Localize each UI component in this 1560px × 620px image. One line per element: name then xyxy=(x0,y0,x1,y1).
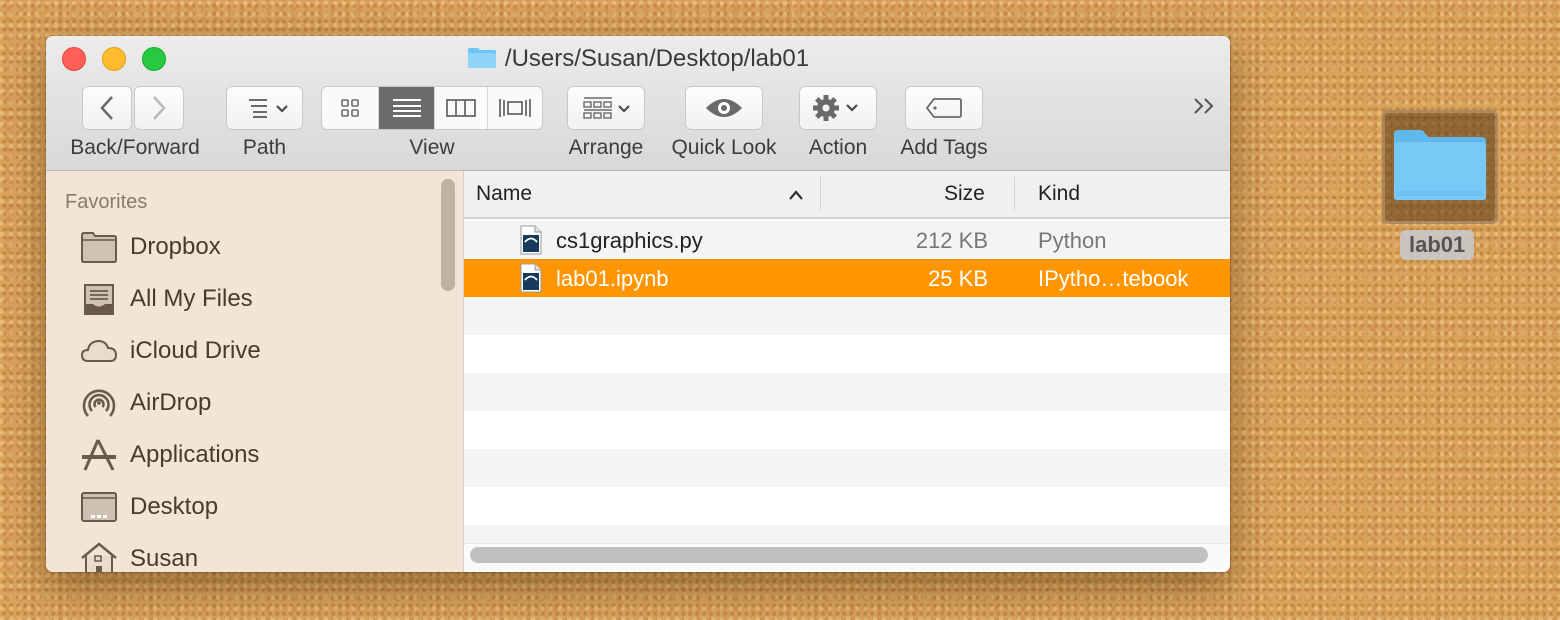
desktop-icon xyxy=(81,492,117,522)
sidebar: Favorites Dropbox All My Files iCloud Dr… xyxy=(46,171,464,572)
path-label: Path xyxy=(242,136,287,159)
empty-row xyxy=(464,335,1230,373)
file-name: cs1graphics.py xyxy=(556,228,703,253)
python-file-icon xyxy=(520,225,542,255)
view-list-button[interactable] xyxy=(379,87,435,129)
path-list-icon xyxy=(248,99,288,118)
sidebar-item-label: Susan xyxy=(130,545,199,572)
sidebar-item-label: Dropbox xyxy=(130,233,221,260)
empty-row xyxy=(464,297,1230,335)
sidebar-item-label: iCloud Drive xyxy=(130,337,261,364)
notebook-file-icon xyxy=(520,263,542,293)
quick-look-button[interactable] xyxy=(685,86,763,130)
view-columns-button[interactable] xyxy=(435,87,488,129)
empty-row xyxy=(464,411,1230,449)
sidebar-item-label: All My Files xyxy=(130,285,253,312)
empty-row xyxy=(464,373,1230,411)
toolbar-overflow-button[interactable] xyxy=(1192,96,1218,121)
column-header-size[interactable]: Size xyxy=(944,182,985,206)
action-label: Action xyxy=(808,136,868,159)
finder-window: /Users/Susan/Desktop/lab01 Back/Forward … xyxy=(46,36,1230,572)
column-divider[interactable] xyxy=(820,177,821,211)
back-button[interactable] xyxy=(82,86,132,130)
sidebar-item-icloud-drive[interactable]: iCloud Drive xyxy=(80,329,261,373)
eye-icon xyxy=(706,99,742,117)
sidebar-item-desktop[interactable]: Desktop xyxy=(80,485,218,529)
table-row[interactable]: cs1graphics.py 212 KB Python xyxy=(464,221,1230,259)
column-header-kind[interactable]: Kind xyxy=(1038,182,1080,206)
sidebar-scrollbar[interactable] xyxy=(441,179,455,291)
table-row-selected[interactable]: lab01.ipynb 25 KB IPytho…tebook xyxy=(464,259,1230,297)
chevron-left-icon xyxy=(100,96,113,120)
file-list: Name Size Kind cs1graphics.py 212 KB Pyt… xyxy=(464,171,1230,572)
file-kind: Python xyxy=(1038,228,1107,253)
view-coverflow-button[interactable] xyxy=(488,87,542,129)
column-header-name[interactable]: Name xyxy=(476,182,532,206)
list-view-icon xyxy=(392,99,421,117)
arrange-grid-icon xyxy=(583,97,630,119)
quick-look-label: Quick Look xyxy=(671,136,777,159)
file-size: 212 KB xyxy=(915,228,988,253)
horizontal-scrollbar[interactable] xyxy=(470,547,1208,563)
sidebar-item-dropbox[interactable]: Dropbox xyxy=(80,225,221,269)
view-icon-button[interactable] xyxy=(322,87,380,129)
sidebar-item-applications[interactable]: Applications xyxy=(80,433,259,477)
view-label: View xyxy=(409,136,455,159)
view-segmented-control xyxy=(321,86,543,130)
chevron-right-icon xyxy=(153,96,166,120)
add-tags-label: Add Tags xyxy=(900,136,988,159)
folder-icon xyxy=(467,48,496,68)
sidebar-item-label: Desktop xyxy=(130,493,219,520)
folder-icon xyxy=(1394,130,1486,200)
home-icon xyxy=(81,542,117,572)
back-forward-label: Back/Forward xyxy=(70,136,200,159)
icon-view-icon xyxy=(341,99,360,117)
tag-icon xyxy=(925,98,962,118)
arrange-label: Arrange xyxy=(568,136,644,159)
file-size: 25 KB xyxy=(928,266,988,291)
applications-icon xyxy=(82,439,116,471)
desktop-folder-label: lab01 xyxy=(1400,230,1475,260)
sidebar-section-favorites: Favorites xyxy=(65,191,148,213)
forward-button[interactable] xyxy=(134,86,184,130)
action-button[interactable] xyxy=(799,86,877,130)
titlebar: /Users/Susan/Desktop/lab01 Back/Forward … xyxy=(46,36,1230,171)
column-divider[interactable] xyxy=(1014,177,1015,211)
file-name: lab01.ipynb xyxy=(556,266,669,291)
cloud-icon xyxy=(80,339,118,362)
arrange-button[interactable] xyxy=(567,86,645,130)
empty-row xyxy=(464,487,1230,525)
sidebar-item-all-my-files[interactable]: All My Files xyxy=(80,277,253,321)
all-files-icon xyxy=(84,284,114,315)
sidebar-item-susan[interactable]: Susan xyxy=(80,537,198,572)
cover-flow-icon xyxy=(498,99,531,117)
empty-row xyxy=(464,449,1230,487)
gear-icon xyxy=(813,95,858,121)
column-view-icon xyxy=(445,99,476,117)
file-kind: IPytho…tebook xyxy=(1038,266,1189,291)
sidebar-item-airdrop[interactable]: AirDrop xyxy=(80,381,211,425)
folder-icon xyxy=(81,232,117,263)
sort-ascending-icon[interactable] xyxy=(788,183,804,207)
sidebar-item-label: Applications xyxy=(130,441,260,468)
list-header: Name Size Kind xyxy=(464,171,1230,219)
add-tags-button[interactable] xyxy=(905,86,983,130)
window-title: /Users/Susan/Desktop/lab01 xyxy=(46,45,1230,73)
path-button[interactable] xyxy=(226,86,303,130)
window-title-text: /Users/Susan/Desktop/lab01 xyxy=(504,45,810,72)
airdrop-icon xyxy=(82,389,116,417)
sidebar-item-label: AirDrop xyxy=(130,389,212,416)
double-chevron-right-icon xyxy=(1194,98,1214,114)
